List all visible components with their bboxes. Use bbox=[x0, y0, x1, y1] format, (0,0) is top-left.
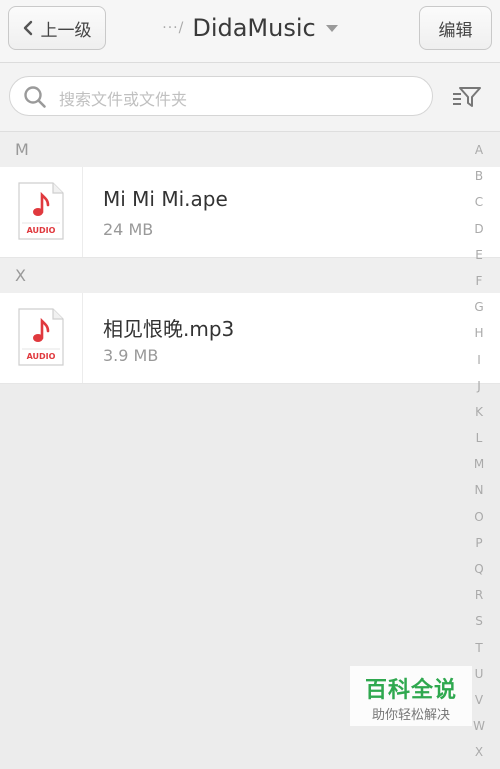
index-letter[interactable]: K bbox=[466, 402, 492, 428]
watermark-logo: 百科全说 助你轻松解决 bbox=[350, 666, 472, 726]
index-letter[interactable]: A bbox=[466, 140, 492, 166]
top-navigation-bar: 上一级 ···/ DidaMusic 编辑 bbox=[0, 0, 500, 63]
watermark-title: 百科全说 bbox=[364, 678, 457, 703]
file-icon-cell: AUDIO bbox=[0, 293, 83, 383]
index-letter[interactable]: E bbox=[466, 245, 492, 271]
index-letter[interactable]: L bbox=[466, 428, 492, 454]
file-name: 相见恨晚.mp3 bbox=[103, 317, 235, 341]
index-letter[interactable]: N bbox=[466, 480, 492, 506]
index-letter[interactable]: D bbox=[466, 219, 492, 245]
section-header-m: M bbox=[0, 132, 500, 168]
edit-button[interactable]: 编辑 bbox=[419, 6, 492, 50]
chevron-left-icon bbox=[23, 20, 32, 36]
index-letter[interactable]: M bbox=[466, 454, 492, 480]
file-size: 3.9 MB bbox=[103, 346, 159, 365]
index-letter[interactable]: P bbox=[466, 533, 492, 559]
index-letter[interactable]: Q bbox=[466, 559, 492, 585]
index-letter[interactable]: B bbox=[466, 166, 492, 192]
search-icon bbox=[24, 86, 46, 108]
index-letter[interactable]: F bbox=[466, 271, 492, 297]
folder-title-dropdown[interactable]: ···/ DidaMusic bbox=[150, 0, 350, 56]
edit-button-label: 编辑 bbox=[438, 20, 473, 41]
index-letter[interactable]: O bbox=[466, 507, 492, 533]
audio-icon-label: AUDIO bbox=[26, 226, 56, 235]
index-letter[interactable]: G bbox=[466, 297, 492, 323]
back-button-label: 上一级 bbox=[40, 20, 92, 41]
file-row[interactable]: AUDIO 相见恨晚.mp3 3.9 MB bbox=[0, 293, 500, 384]
index-letter[interactable]: R bbox=[466, 585, 492, 611]
index-letter[interactable]: J bbox=[466, 376, 492, 402]
index-letter[interactable]: H bbox=[466, 323, 492, 349]
breadcrumb-ellipsis: ···/ bbox=[162, 20, 185, 36]
search-bar: 搜索文件或文件夹 bbox=[0, 63, 500, 132]
audio-icon-label: AUDIO bbox=[26, 352, 56, 361]
index-letter[interactable]: I bbox=[466, 350, 492, 376]
index-letter[interactable]: C bbox=[466, 192, 492, 218]
index-letter[interactable]: T bbox=[466, 638, 492, 664]
caret-down-icon bbox=[325, 25, 338, 32]
filter-icon[interactable] bbox=[452, 85, 482, 109]
file-size: 24 MB bbox=[103, 220, 154, 239]
page-title: DidaMusic bbox=[192, 14, 316, 42]
file-name: Mi Mi Mi.ape bbox=[103, 187, 228, 211]
index-letter[interactable]: S bbox=[466, 611, 492, 637]
watermark-subtitle: 助你轻松解决 bbox=[371, 708, 450, 723]
index-letter[interactable]: X bbox=[466, 742, 492, 768]
search-input[interactable]: 搜索文件或文件夹 bbox=[9, 76, 433, 116]
file-icon-cell: AUDIO bbox=[0, 167, 83, 257]
file-row[interactable]: AUDIO Mi Mi Mi.ape 24 MB bbox=[0, 167, 500, 258]
section-header-x: X bbox=[0, 258, 500, 294]
search-placeholder: 搜索文件或文件夹 bbox=[59, 90, 188, 109]
back-button[interactable]: 上一级 bbox=[8, 6, 106, 50]
